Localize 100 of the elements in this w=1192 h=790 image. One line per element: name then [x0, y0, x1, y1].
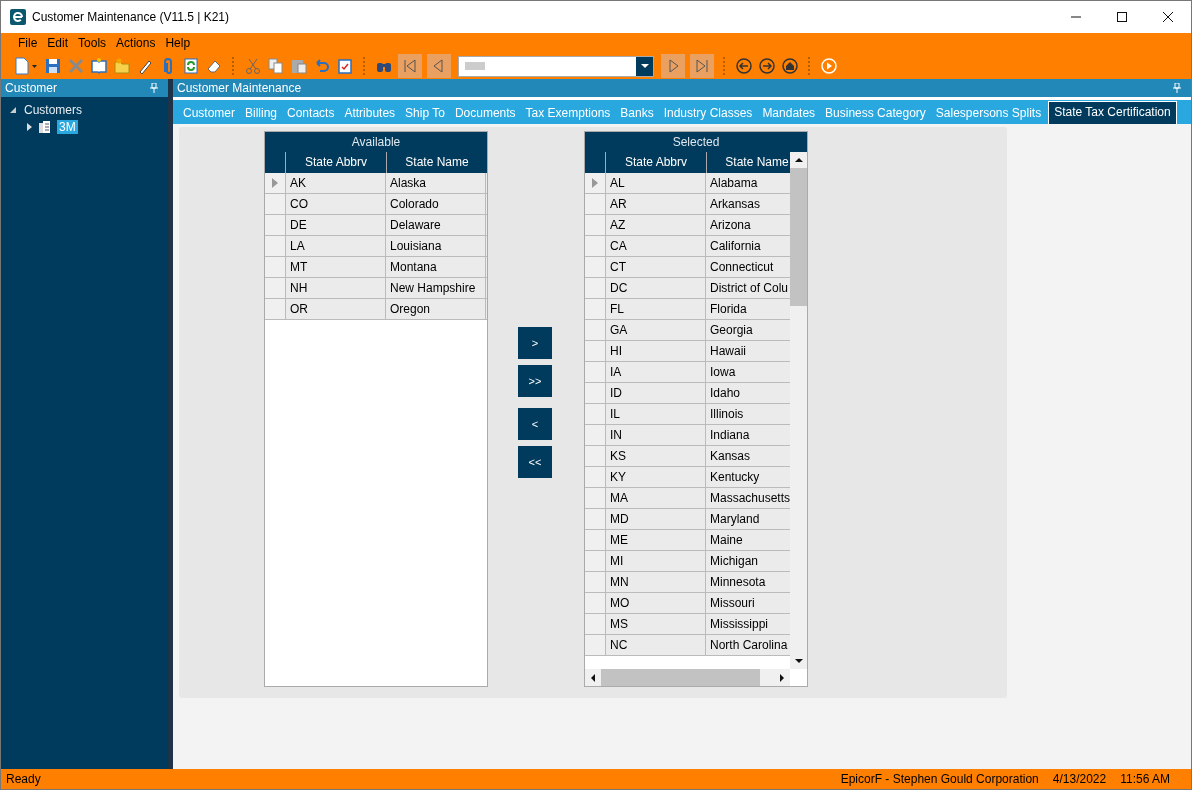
- record-combo[interactable]: [458, 55, 654, 77]
- tab[interactable]: State Tax Certification: [1048, 101, 1177, 124]
- table-cell: CA: [606, 236, 706, 256]
- row-selector[interactable]: [585, 425, 606, 445]
- pin-icon[interactable]: [150, 83, 158, 93]
- row-selector[interactable]: [585, 236, 606, 256]
- window-title: Customer Maintenance (V11.5 | K21): [32, 10, 229, 24]
- scroll-right-icon[interactable]: [778, 673, 786, 682]
- row-selector[interactable]: [585, 614, 606, 634]
- undo-icon[interactable]: [313, 57, 331, 75]
- table-cell: MN: [606, 572, 706, 592]
- table-cell: DC: [606, 278, 706, 298]
- row-selector[interactable]: [585, 257, 606, 277]
- row-selector[interactable]: [585, 362, 606, 382]
- row-selector[interactable]: [585, 572, 606, 592]
- row-selector[interactable]: [265, 194, 286, 214]
- vertical-scrollbar[interactable]: [790, 152, 807, 669]
- table-cell: Delaware: [386, 215, 486, 235]
- table-cell: MT: [286, 257, 386, 277]
- expander-icon[interactable]: [25, 122, 33, 131]
- scroll-thumb[interactable]: [601, 669, 760, 686]
- floppy-icon[interactable]: [44, 57, 62, 75]
- refresh-icon[interactable]: [182, 57, 200, 75]
- scroll-thumb[interactable]: [790, 168, 807, 306]
- table-cell: Colorado: [386, 194, 486, 214]
- play-icon[interactable]: [820, 57, 838, 75]
- menu-item[interactable]: Edit: [42, 36, 74, 50]
- row-selector[interactable]: [585, 215, 606, 235]
- row-selector[interactable]: [265, 299, 286, 319]
- table-cell: OR: [286, 299, 386, 319]
- row-selector[interactable]: [265, 173, 286, 193]
- row-selector[interactable]: [265, 257, 286, 277]
- table-cell: DE: [286, 215, 386, 235]
- cross-icon[interactable]: [67, 57, 85, 75]
- close-icon[interactable]: [1162, 11, 1174, 23]
- scissors-icon[interactable]: [244, 57, 262, 75]
- table-cell: IL: [606, 404, 706, 424]
- book-icon[interactable]: [90, 57, 108, 75]
- table-cell: CT: [606, 257, 706, 277]
- scroll-left-icon[interactable]: [589, 673, 597, 682]
- scroll-down-icon[interactable]: [794, 657, 803, 665]
- row-selector[interactable]: [265, 278, 286, 298]
- table-cell: AZ: [606, 215, 706, 235]
- table-cell: AK: [286, 173, 386, 193]
- pin-icon[interactable]: [1173, 83, 1181, 93]
- row-selector[interactable]: [585, 446, 606, 466]
- panel-title: Customer Maintenance: [177, 81, 302, 95]
- row-selector[interactable]: [585, 509, 606, 529]
- paste-icon[interactable]: [290, 57, 308, 75]
- copy-icon[interactable]: [267, 57, 285, 75]
- table-cell: MI: [606, 551, 706, 571]
- row-selector[interactable]: [585, 551, 606, 571]
- row-selector[interactable]: [585, 299, 606, 319]
- move-button[interactable]: >>: [518, 365, 552, 397]
- home-icon[interactable]: [781, 57, 799, 75]
- status-date: 4/13/2022: [1052, 772, 1107, 786]
- table-cell: HI: [606, 341, 706, 361]
- row-selector[interactable]: [585, 194, 606, 214]
- row-selector[interactable]: [585, 530, 606, 550]
- row-selector[interactable]: [265, 236, 286, 256]
- table-cell: MA: [606, 488, 706, 508]
- menu-item[interactable]: Help: [160, 36, 196, 50]
- row-pointer-icon: [272, 178, 278, 188]
- table-cell: GA: [606, 320, 706, 340]
- move-button[interactable]: <: [518, 408, 552, 440]
- maximize-icon[interactable]: [1116, 11, 1128, 23]
- table-cell: ID: [606, 383, 706, 403]
- menu-item[interactable]: File: [13, 36, 43, 50]
- status-text: Ready: [6, 772, 41, 786]
- grid-title: Available: [265, 132, 487, 152]
- new-document-icon[interactable]: [13, 57, 39, 75]
- move-button[interactable]: >: [518, 327, 552, 359]
- row-selector[interactable]: [585, 383, 606, 403]
- table-cell: AR: [606, 194, 706, 214]
- row-selector[interactable]: [585, 488, 606, 508]
- row-selector[interactable]: [585, 173, 606, 193]
- tree-item[interactable]: Customers: [22, 102, 84, 117]
- row-selector[interactable]: [265, 215, 286, 235]
- building-icon: [38, 119, 52, 134]
- scroll-up-icon[interactable]: [794, 156, 803, 164]
- table-cell: IA: [606, 362, 706, 382]
- menu-item[interactable]: Tools: [73, 36, 112, 50]
- horizontal-scrollbar[interactable]: [585, 669, 790, 686]
- row-selector[interactable]: [585, 341, 606, 361]
- expander-icon[interactable]: [9, 105, 17, 114]
- folder-icon[interactable]: [113, 57, 131, 75]
- row-selector[interactable]: [585, 467, 606, 487]
- table-cell: NC: [606, 635, 706, 655]
- row-selector[interactable]: [585, 404, 606, 424]
- clipboard-icon[interactable]: [336, 57, 354, 75]
- table-cell: Alaska: [386, 173, 486, 193]
- grid-title: Selected: [585, 132, 807, 152]
- row-selector[interactable]: [585, 593, 606, 613]
- row-selector[interactable]: [585, 278, 606, 298]
- move-button[interactable]: <<: [518, 446, 552, 478]
- row-selector[interactable]: [585, 635, 606, 655]
- row-selector[interactable]: [585, 320, 606, 340]
- table-cell: MS: [606, 614, 706, 634]
- table-cell: New Hampshire: [386, 278, 486, 298]
- menu-item[interactable]: Actions: [111, 36, 161, 50]
